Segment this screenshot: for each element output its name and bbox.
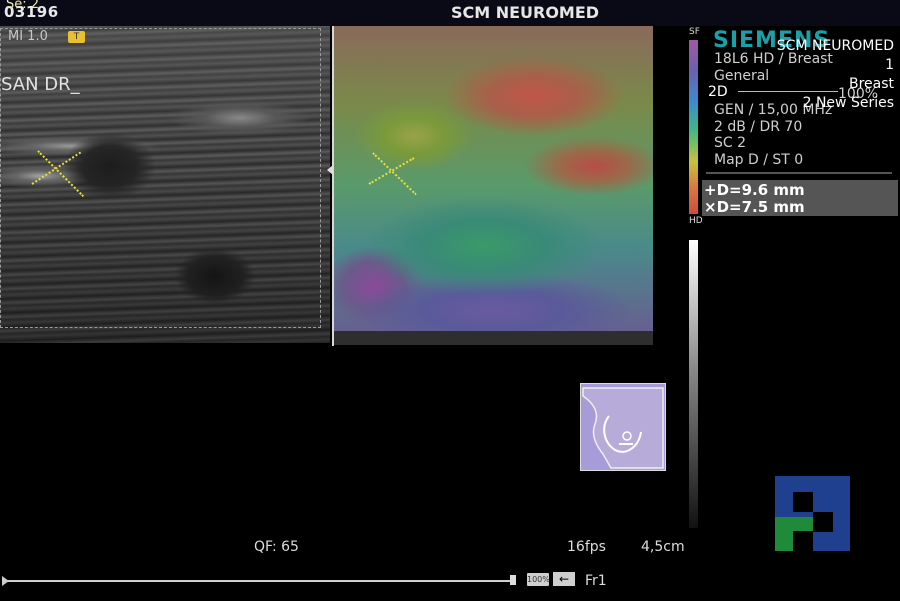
- zoom-button[interactable]: 100%: [527, 573, 550, 586]
- measurement-2[interactable]: ×D=7.5 mm: [704, 198, 805, 216]
- sc-label: SC 2: [714, 135, 747, 151]
- measurement-1[interactable]: +D=9.6 mm: [704, 181, 805, 199]
- thermal-index-badge: T: [68, 31, 85, 43]
- elastography-roi-box[interactable]: [0, 28, 321, 328]
- institution-overlay: SCM NEUROMED: [776, 38, 894, 54]
- neuromed-logo: [775, 476, 850, 551]
- cine-slider-thumb[interactable]: [510, 575, 516, 585]
- caliper-cross-icon: ×: [704, 198, 717, 216]
- grayscale-bar: [689, 240, 698, 528]
- institution-title: SCM NEUROMED: [450, 3, 600, 22]
- colorbar-soft-label: SF: [689, 27, 700, 37]
- caliper-plus-icon: +: [704, 181, 717, 199]
- elasticity-color-bar: [689, 40, 698, 214]
- exam-overlay: Breast: [848, 76, 894, 92]
- header-title: SCM NEUROMED: [0, 3, 900, 22]
- cine-slider-start-icon[interactable]: [2, 576, 9, 586]
- map-label: Map D / ST 0: [714, 152, 804, 168]
- elastography-bottom-strip: [334, 331, 653, 345]
- cine-slider-track[interactable]: [5, 580, 515, 582]
- measurement-value: D=7.5 mm: [716, 198, 805, 216]
- image-number: 1: [885, 57, 894, 73]
- mode-separator: [738, 91, 838, 92]
- colorbar-hard-label: HD: [689, 216, 703, 226]
- divider-handle-icon[interactable]: [327, 165, 333, 175]
- mode-label: 2D: [708, 84, 728, 100]
- depth-label: 4,5cm: [641, 539, 685, 555]
- info-separator: [706, 172, 892, 174]
- probe-position-label: SAN DR_: [1, 74, 80, 95]
- frame-number: Fr1: [585, 573, 607, 589]
- breast-body-marker-icon[interactable]: [580, 383, 666, 471]
- series-overlay: 2 New Series: [802, 95, 894, 111]
- quality-factor: QF: 65: [254, 539, 299, 555]
- elastography-image[interactable]: [334, 26, 653, 343]
- arrow-left-icon[interactable]: ←: [553, 572, 575, 586]
- mechanical-index-label: MI 1.0: [8, 29, 48, 44]
- measurement-value: D=9.6 mm: [716, 181, 805, 199]
- exam-preset: General: [714, 68, 770, 84]
- frame-rate: 16fps: [567, 539, 606, 555]
- gain-label: 2 dB / DR 70: [714, 119, 803, 135]
